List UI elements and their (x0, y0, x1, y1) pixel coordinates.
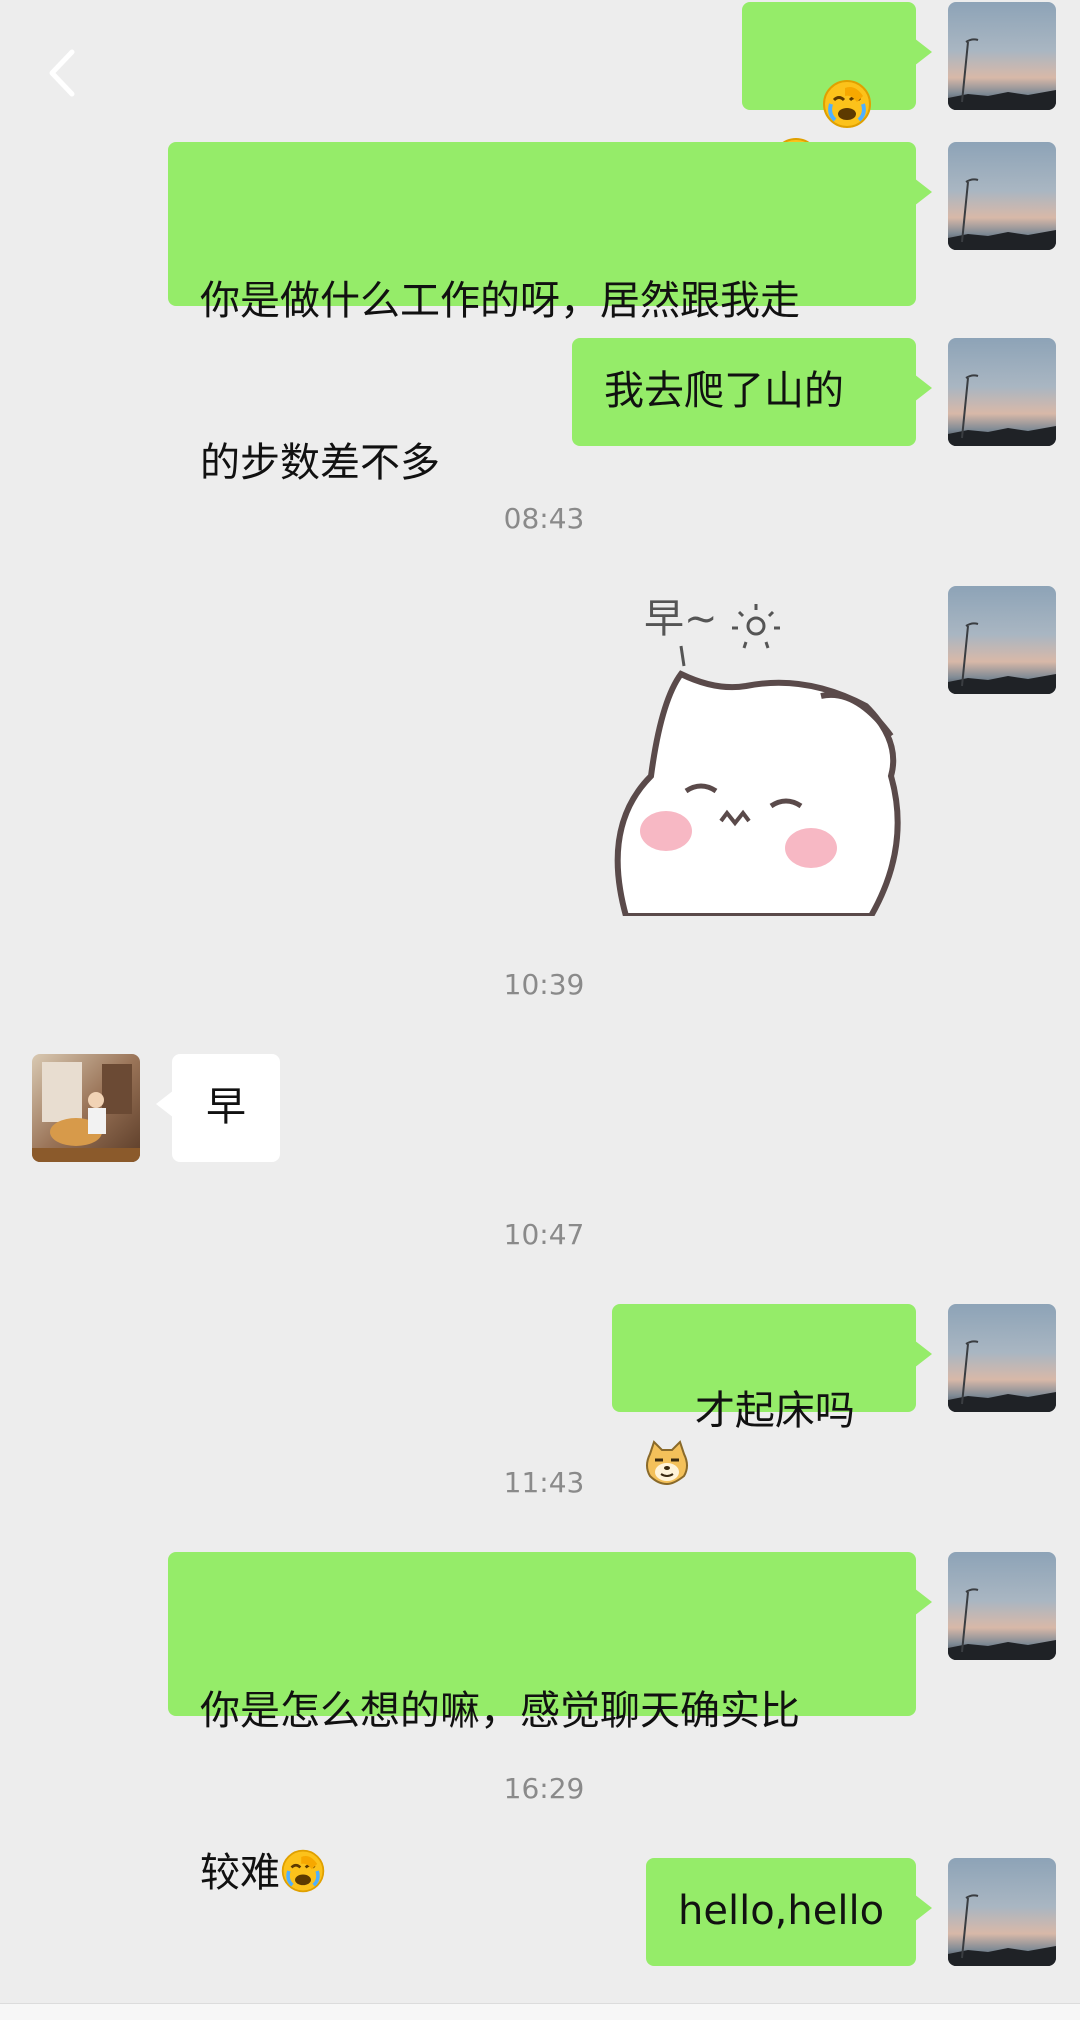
message-bubble[interactable]: 才起床吗 (612, 1304, 932, 1486)
my-avatar[interactable] (948, 1858, 1056, 1966)
message-bubble[interactable]: hello,hello (646, 1858, 932, 1966)
timestamp: 10:39 (503, 968, 585, 1001)
timestamp: 10:47 (503, 1218, 585, 1251)
my-avatar[interactable] (948, 338, 1056, 446)
contact-avatar[interactable] (32, 1054, 140, 1162)
my-avatar[interactable] (948, 142, 1056, 250)
my-avatar[interactable] (948, 586, 1056, 694)
message-text: 较难 (200, 1850, 280, 1896)
message-bubble[interactable]: 早 (156, 1054, 280, 1162)
sticker-caption: 早~ (644, 596, 718, 642)
message-text: 才起床吗 (694, 1388, 855, 1434)
my-avatar[interactable] (948, 2, 1056, 110)
sky-avatar-image (948, 2, 1056, 110)
message-bubble[interactable]: 你是做什么工作的呀，居然跟我走 的步数差不多 (168, 142, 932, 486)
sky-avatar-image (948, 1552, 1056, 1660)
timestamp: 16:29 (503, 1772, 585, 1805)
message-bubble-emoji[interactable] (742, 2, 932, 186)
timestamp: 11:43 (503, 1466, 585, 1499)
sky-avatar-image (948, 338, 1056, 446)
message-text-line: 你是做什么工作的呀，居然跟我走 (200, 278, 800, 324)
sticker-cat-morning[interactable]: 早~ (606, 586, 916, 919)
my-avatar[interactable] (948, 1552, 1056, 1660)
contact-photo-image (32, 1054, 140, 1162)
my-avatar[interactable] (948, 1304, 1056, 1412)
facepalm-cry-emoji-icon (281, 1849, 325, 1893)
back-button[interactable] (40, 48, 90, 98)
facepalm-cry-emoji-icon (822, 80, 871, 128)
sky-avatar-image (948, 1858, 1056, 1966)
message-text-line: 你是怎么想的嘛，感觉聊天确实比 (200, 1688, 800, 1734)
message-bubble[interactable]: 你是怎么想的嘛，感觉聊天确实比 较难 (168, 1552, 932, 1896)
timestamp: 08:43 (503, 502, 585, 535)
sticker-image: 早~ (614, 596, 901, 919)
sky-avatar-image (948, 1304, 1056, 1412)
chevron-left-icon (49, 49, 75, 97)
sky-avatar-image (948, 142, 1056, 250)
input-bar-edge (0, 2003, 1080, 2020)
message-bubble[interactable]: 我去爬了山的 (572, 338, 932, 446)
sky-avatar-image (948, 586, 1056, 694)
